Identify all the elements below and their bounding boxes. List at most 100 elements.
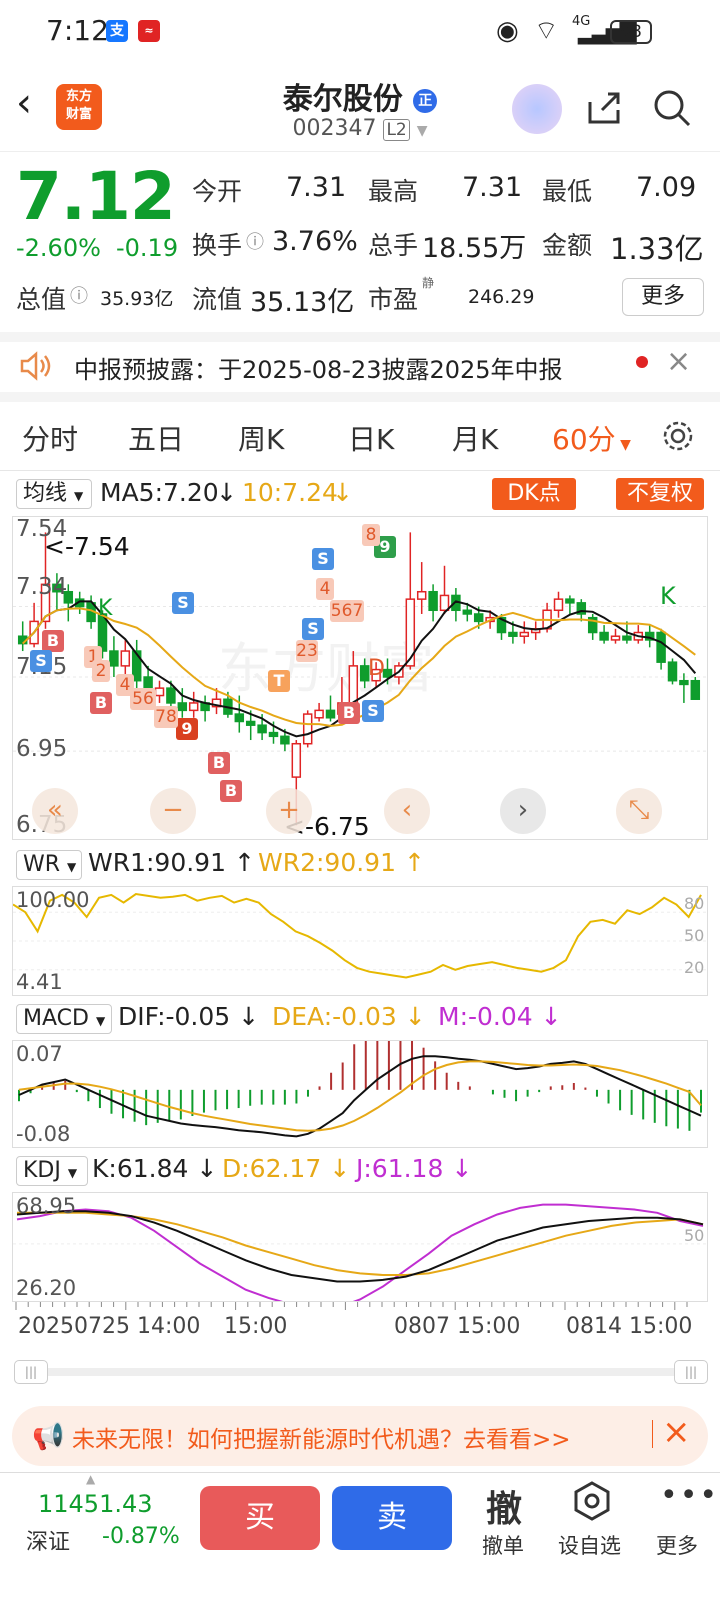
scroll-left-fast-icon[interactable]: « [32,788,78,834]
candle-body [234,713,245,723]
m-value: M:-0.04 ↓ [438,1002,562,1031]
float-label: 流值 [192,285,243,314]
pe-value: 246.29 [468,286,535,308]
wr1-value: WR1:90.91 ↑ [88,848,255,877]
close-icon[interactable]: × [666,344,691,379]
kdj-selector[interactable]: KDJ ▼ [16,1156,88,1186]
arrow-down-icon: ↓ [332,478,353,507]
count-marker: 2 [92,660,110,682]
robot-assistant-icon[interactable] [512,84,562,134]
candle-body [473,613,484,623]
sell-signal: S [30,650,52,672]
notification-app-icon: ≈ [138,20,160,42]
index-name: 深证 [26,1530,71,1555]
range-handle-left[interactable]: ||| [14,1360,48,1384]
more-quote-button[interactable]: 更多 [622,278,704,316]
macd-y-top: 0.07 [16,1042,63,1066]
x-ticks [15,1302,688,1310]
tab-daily-k[interactable]: 日K [348,418,394,458]
sell-signal: S [302,618,324,640]
formal-badge-icon: 正 [413,88,438,113]
fullscreen-icon[interactable]: ⤡ [616,788,662,834]
candle-body [154,687,165,697]
candle-body [565,598,575,604]
ma-selector[interactable]: 均线 ▼ [16,479,92,509]
tab-intraday[interactable]: 分时 [22,418,78,458]
wr-y-bottom: 4.41 [16,970,63,994]
add-watchlist-icon[interactable] [572,1480,612,1522]
ma5-value: MA5:7.20 [100,478,219,507]
macd-selector[interactable]: MACD ▼ [16,1004,112,1034]
speaker-icon [20,351,51,381]
info-icon[interactable]: ⓘ [246,228,264,254]
tab-monthly-k[interactable]: 月K [452,418,498,458]
chevron-up-icon[interactable]: ▲ [86,1472,95,1486]
scroll-right-icon[interactable]: › [500,788,546,834]
tab-60min[interactable]: 60分 ▼ [552,418,631,458]
zoom-in-icon[interactable]: + [266,788,312,834]
sell-signal: S [172,592,194,614]
close-icon[interactable]: × [662,1412,691,1452]
k-marker: K [660,582,676,610]
candle-body [314,709,324,719]
buy-button[interactable]: 买 [200,1486,320,1550]
tab-weekly-k[interactable]: 周K [238,418,284,458]
settings-gear-icon[interactable] [660,418,696,454]
candle-body [439,594,450,612]
candle-body [519,631,530,637]
wr-selector[interactable]: WR ▼ [16,850,82,880]
cancel-order-label[interactable]: 撤单 [482,1530,524,1560]
range-scrollbar[interactable] [16,1368,706,1376]
x-label: 15:00 [224,1314,288,1339]
volume-value: 18.55万 [422,233,527,264]
mktcap-value: 35.93亿 [100,288,174,310]
index-change: -0.87% [102,1524,180,1549]
x-label: 0807 15:00 [394,1314,521,1339]
sell-button[interactable]: 卖 [332,1486,452,1550]
index-value[interactable]: 11451.43 [38,1490,153,1518]
candle-body [462,609,473,615]
dk-point-button[interactable]: DK点 [492,478,576,510]
low-value: 7.09 [636,172,697,203]
mktcap-label: 总值 [16,285,67,314]
status-bar: 7:12 支 ≈ ◉ ⌔ 4G ▂▃▅▇ 98 [0,0,720,64]
candle-body [508,631,518,637]
nine-turn-signal: 9 [176,718,198,740]
share-icon[interactable] [584,88,624,128]
add-watchlist-label[interactable]: 设自选 [558,1530,621,1560]
wr-r-label: 20 [684,958,705,977]
cancel-order-icon[interactable]: 撤 [486,1480,522,1532]
more-dots-icon[interactable]: ••• [660,1478,719,1513]
info-icon[interactable]: ⓘ [70,282,88,308]
change-value: -0.19 [116,234,179,262]
more-label[interactable]: 更多 [656,1530,698,1560]
chevron-down-icon[interactable]: ▼ [417,123,428,139]
price-adjust-button[interactable]: 不复权 [616,478,704,510]
candle-body [679,679,689,686]
count-marker: 78 [154,706,178,728]
dif-value: DIF:-0.05 ↓ [118,1002,260,1031]
change-pct: -2.60% [16,234,101,262]
d-value: D:62.17 ↓ [222,1154,351,1183]
j-value: J:61.18 ↓ [356,1154,473,1183]
count-marker: 8 [362,524,380,546]
scroll-left-icon[interactable]: ‹ [384,788,430,834]
candle-body [416,590,427,600]
j-line [16,1203,704,1309]
candle-body [690,679,701,700]
tab-five-day[interactable]: 五日 [128,418,184,458]
pe-static-mark: 静 [422,276,435,290]
status-time: 7:12 [46,14,109,47]
zoom-out-icon[interactable]: − [150,788,196,834]
y-label: 6.95 [16,736,68,762]
range-handle-right[interactable]: ||| [674,1360,708,1384]
candle-body [188,702,199,712]
promo-text[interactable]: 未来无限！如何把握新能源时代机遇？去看看>> [72,1420,571,1454]
candle-body [120,650,131,667]
search-icon[interactable] [652,88,692,128]
kdj-y-top: 68.95 [16,1194,77,1218]
megaphone-icon: 📢 [32,1422,65,1452]
buy-signal: B [42,630,64,652]
candle-body [667,661,678,682]
candle-body [268,731,279,738]
